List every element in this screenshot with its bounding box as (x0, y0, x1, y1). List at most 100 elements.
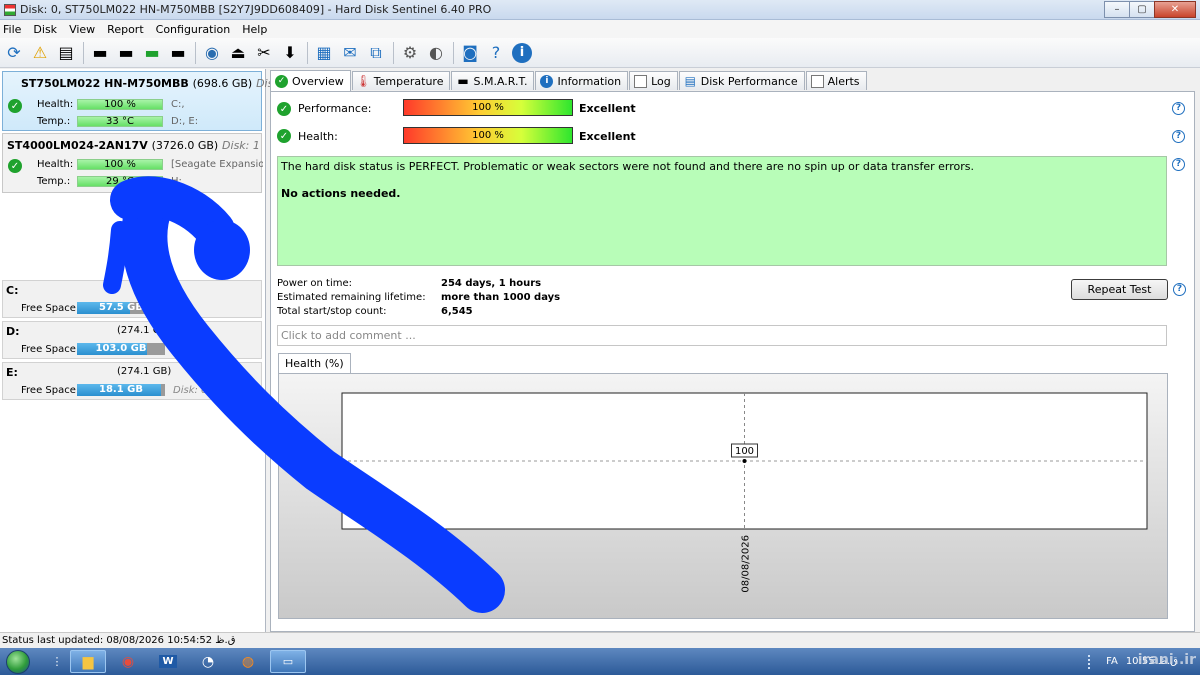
disk-drive-icon[interactable]: ▤ (55, 42, 77, 64)
status-text: The hard disk status is PERFECT. Problem… (281, 160, 974, 173)
windows-logo-icon (6, 649, 30, 674)
tools-icon[interactable]: ✂ (253, 42, 275, 64)
tab-smart[interactable]: ▬ S.M.A.R.T. (451, 71, 535, 90)
health-label: Health: (298, 130, 338, 143)
tab-health-chart[interactable]: Health (%) (278, 353, 351, 373)
health-status: Excellent (579, 130, 636, 143)
overview-panel: ✓ Performance: 100 % Excellent ? ✓ Healt… (270, 91, 1195, 632)
tab-strip: ✓ Overview 🌡 Temperature ▬ S.M.A.R.T. i … (270, 70, 868, 91)
data-label: 100 (735, 446, 754, 457)
check-icon: ✓ (275, 74, 288, 88)
check-icon: ✓ (8, 99, 22, 113)
disk-settings-icon[interactable]: ▬ (167, 42, 189, 64)
disk-check-icon[interactable]: ▬ (141, 42, 163, 64)
word-icon[interactable]: W (150, 650, 186, 673)
report-icon[interactable]: ▦ (313, 42, 335, 64)
volume-e[interactable]: E: (274.1 GB) Free Space 18.1 GB Disk: 0 (2, 362, 262, 400)
tab-disk-performance[interactable]: ▤ Disk Performance (678, 71, 805, 90)
chart-icon: ▤ (684, 74, 696, 88)
info-icon: i (540, 74, 554, 88)
eject-icon[interactable]: ⏏ (227, 42, 249, 64)
help-icon[interactable]: ? (1172, 130, 1185, 143)
tab-overview[interactable]: ✓ Overview (270, 70, 351, 91)
remaining-lifetime: more than 1000 days (441, 292, 561, 303)
menu-file[interactable]: File (3, 23, 21, 36)
maximize-button[interactable]: ▢ (1129, 1, 1155, 18)
tab-log[interactable]: Log (629, 71, 678, 90)
actions-text: No actions needed. (281, 187, 401, 200)
menu-report[interactable]: Report (107, 23, 143, 36)
performance-label: Performance: (298, 102, 372, 115)
free-space-bar: 57.5 GB (77, 302, 165, 314)
repeat-test-button[interactable]: Repeat Test (1071, 279, 1168, 300)
globe-icon[interactable]: ◉ (201, 42, 223, 64)
temperature-bar: 29 °C (77, 176, 163, 187)
camera-icon[interactable]: ◙ (459, 42, 481, 64)
minimize-button[interactable]: – (1104, 1, 1130, 18)
menu-bar: File Disk View Report Configuration Help (0, 20, 1200, 38)
volume-c[interactable]: C: Free Space 57.5 GB (2, 280, 262, 318)
refresh-icon[interactable]: ⟳ (3, 42, 25, 64)
health-bar: 100 % (77, 159, 163, 170)
health-chart: 100 08/08/2026 (278, 373, 1168, 619)
firefox-icon[interactable]: ◍ (230, 650, 266, 673)
performance-status: Excellent (579, 102, 636, 115)
taskbar: ⋮ ▆ ◉ W ◔ ◍ ▭ FA 10:55 ق.ظ (0, 648, 1200, 675)
mail-icon[interactable]: ✉ (339, 42, 361, 64)
check-icon: ✓ (277, 102, 291, 116)
tab-alerts[interactable]: Alerts (805, 71, 867, 90)
help-icon[interactable]: ? (485, 42, 507, 64)
disk-list-panel: ST750LM022 HN-M750MBB (698.6 GB) Disk: 0… (0, 69, 294, 632)
health-bar: 100 % (77, 99, 163, 110)
comment-input[interactable]: Click to add comment ... (277, 325, 1167, 346)
menu-help[interactable]: Help (242, 23, 267, 36)
disk-timer-icon[interactable]: ▬ (115, 42, 137, 64)
sound-icon[interactable]: ◐ (425, 42, 447, 64)
tab-temperature[interactable]: 🌡 Temperature (351, 71, 451, 90)
free-space-bar: 103.0 GB (77, 343, 165, 355)
title-bar: Disk: 0, ST750LM022 HN-M750MBB [S2Y7J9DD… (0, 0, 1200, 20)
watermark: irani..ir (1137, 652, 1196, 668)
info-icon[interactable]: i (511, 42, 533, 64)
media-icon[interactable]: ◔ (190, 650, 226, 673)
disk-title: ST4000LM024-2AN17V (3726.0 GB) Disk: 1 (7, 139, 260, 152)
toolbar: ⟳ ⚠ ▤ ▬ ▬ ▬ ▬ ◉ ⏏ ✂ ⬇ ▦ ✉ ⧉ ⚙ ◐ ◙ ? i (0, 38, 1200, 68)
download-icon[interactable]: ⬇ (279, 42, 301, 64)
gear-icon[interactable]: ⚙ (399, 42, 421, 64)
help-icon[interactable]: ? (1172, 102, 1185, 115)
alert-document-icon (810, 74, 824, 88)
tray-grip-icon (1088, 654, 1098, 669)
hard-disk-sentinel-taskbar-icon[interactable]: ▭ (270, 650, 306, 673)
help-icon[interactable]: ? (1173, 283, 1186, 296)
bar-icon: ▬ (457, 74, 469, 88)
status-message-box: The hard disk status is PERFECT. Problem… (277, 156, 1167, 266)
tab-information[interactable]: i Information (535, 71, 629, 90)
start-button[interactable] (0, 648, 36, 675)
help-icon[interactable]: ? (1172, 158, 1185, 171)
disk-card-0[interactable]: ST750LM022 HN-M750MBB (698.6 GB) Disk: 0… (2, 71, 294, 131)
chrome-icon[interactable]: ◉ (110, 650, 146, 673)
start-stop-count: 6,545 (441, 306, 473, 317)
document-icon (634, 74, 648, 88)
close-button[interactable]: ✕ (1154, 1, 1196, 18)
disk-card-1[interactable]: ST4000LM024-2AN17V (3726.0 GB) Disk: 1 ✓… (2, 133, 263, 193)
health-bar: 100 % (403, 127, 573, 144)
language-indicator[interactable]: FA (1106, 656, 1118, 667)
check-icon: ✓ (277, 129, 291, 143)
window-title: Disk: 0, ST750LM022 HN-M750MBB [S2Y7J9DD… (20, 3, 492, 16)
thermometer-icon: 🌡 (355, 74, 371, 88)
folder-icon[interactable]: ▆ (70, 650, 106, 673)
window-controls: – ▢ ✕ (1104, 1, 1196, 18)
x-tick-label: 08/08/2026 (741, 535, 752, 593)
performance-bar: 100 % (403, 99, 573, 116)
status-bar: Status last updated: 08/08/2026 10:54:52… (0, 632, 1200, 648)
disk-test-icon[interactable]: ▬ (89, 42, 111, 64)
menu-view[interactable]: View (69, 23, 95, 36)
volume-d[interactable]: D: (274.1 GB) Free Space 103.0 GB Disk: … (2, 321, 262, 359)
disk-alert-icon[interactable]: ⚠ (29, 42, 51, 64)
network-icon[interactable]: ⧉ (365, 42, 387, 64)
health-chart-svg: 100 08/08/2026 (341, 392, 1148, 593)
menu-configuration[interactable]: Configuration (156, 23, 231, 36)
menu-disk[interactable]: Disk (33, 23, 57, 36)
disk-title: ST750LM022 HN-M750MBB (698.6 GB) Disk: 0 (21, 77, 294, 90)
